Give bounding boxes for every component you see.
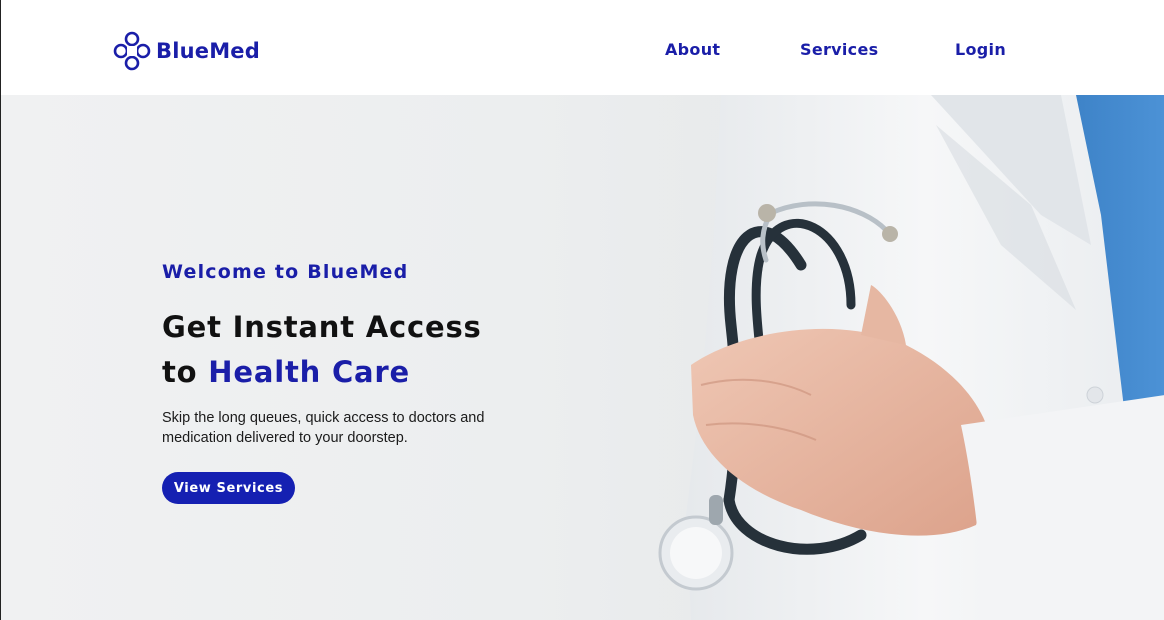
hero-headline-line1: Get Instant Access (162, 310, 482, 344)
nav-about-link[interactable]: About (665, 40, 720, 59)
brand-logo-link[interactable]: BlueMed (113, 31, 260, 71)
site-header: BlueMed About Services Login (1, 0, 1164, 95)
hero-headline: Get Instant Access to Health Care (162, 305, 482, 395)
hero-headline-line2-prefix: to (162, 355, 209, 389)
brand-name: BlueMed (156, 39, 260, 63)
nav-services-link[interactable]: Services (800, 40, 878, 59)
nav-login-link[interactable]: Login (955, 40, 1006, 59)
hero-section: Welcome to BlueMed Get Instant Access to… (1, 95, 1164, 620)
hero-headline-accent: Health Care (208, 355, 410, 389)
hero-eyebrow: Welcome to BlueMed (162, 261, 409, 283)
medical-cross-rings-icon (113, 31, 151, 71)
page: BlueMed About Services Login Welcome to … (0, 0, 1164, 620)
hero-description: Skip the long queues, quick access to do… (162, 410, 485, 446)
view-services-button[interactable]: View Services (162, 472, 295, 504)
